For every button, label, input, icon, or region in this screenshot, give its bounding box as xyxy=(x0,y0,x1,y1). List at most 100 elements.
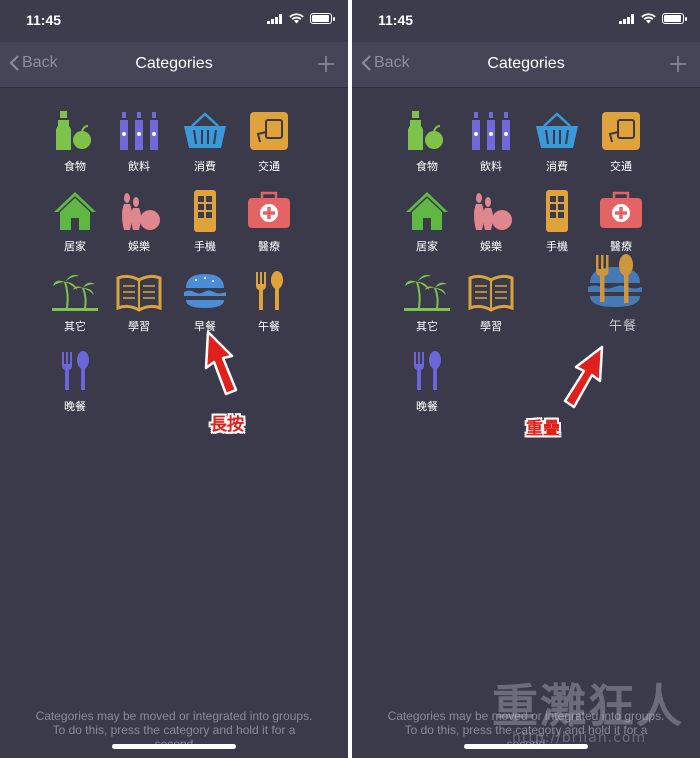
category-dinner[interactable]: 晚餐 xyxy=(396,348,458,414)
category-lunch[interactable]: 午餐 xyxy=(238,268,300,334)
category-label: 飲料 xyxy=(128,160,150,173)
battery-icon xyxy=(310,13,335,24)
category-home[interactable]: 居家 xyxy=(44,188,106,254)
overlap-annotation: 重疊 xyxy=(526,419,560,439)
basket-icon xyxy=(536,112,578,148)
status-bar: 11:45 xyxy=(0,0,348,42)
status-bar: 11:45 xyxy=(352,0,700,42)
burger-fork-spoon-overlap-icon xyxy=(588,254,642,307)
house-icon xyxy=(406,192,448,230)
transport-card-icon xyxy=(602,112,640,150)
signal-icon xyxy=(267,13,282,24)
food-icon xyxy=(56,111,91,150)
category-label: 晚餐 xyxy=(416,400,438,413)
arrow-annotation-icon xyxy=(204,330,238,396)
category-transport[interactable]: 交通 xyxy=(238,108,300,174)
category-label: 交通 xyxy=(258,160,280,173)
watermark: 重灘狂人 http://briian.com xyxy=(492,679,684,746)
add-category-button[interactable] xyxy=(316,54,336,74)
wifi-icon xyxy=(641,13,656,24)
category-drink[interactable]: 飲料 xyxy=(108,108,170,174)
navigation-bar: Back Categories xyxy=(0,42,348,88)
drink-icon xyxy=(120,112,158,150)
category-other[interactable]: 其它 xyxy=(396,268,458,334)
food-icon xyxy=(408,111,443,150)
arrow-annotation-icon xyxy=(563,345,604,409)
category-study[interactable]: 學習 xyxy=(460,268,522,334)
category-label: 消費 xyxy=(194,160,216,173)
category-label: 娛樂 xyxy=(128,240,150,253)
phone-icon xyxy=(194,190,216,232)
home-indicator[interactable] xyxy=(112,744,236,749)
category-label: 其它 xyxy=(416,320,438,333)
category-label: 醫療 xyxy=(610,240,632,253)
phone-icon xyxy=(546,190,568,232)
category-home[interactable]: 居家 xyxy=(396,188,458,254)
category-study[interactable]: 學習 xyxy=(108,268,170,334)
category-breakfast[interactable]: 早餐 xyxy=(174,268,236,334)
category-label: 午餐 xyxy=(258,320,280,333)
category-dinner[interactable]: 晚餐 xyxy=(44,348,106,414)
transport-card-icon xyxy=(250,112,288,150)
palm-tree-icon xyxy=(52,274,98,311)
category-label: 居家 xyxy=(64,240,86,253)
category-transport[interactable]: 交通 xyxy=(590,108,652,174)
dragged-label: 午餐 xyxy=(608,319,637,334)
wifi-icon xyxy=(289,13,304,24)
category-label: 消費 xyxy=(546,160,568,173)
category-label: 手機 xyxy=(194,240,216,253)
category-medical[interactable]: 醫療 xyxy=(590,188,652,254)
navigation-bar: Back Categories xyxy=(352,42,700,88)
bowling-icon xyxy=(122,193,160,230)
category-food[interactable]: 食物 xyxy=(396,108,458,174)
category-label: 交通 xyxy=(610,160,632,173)
long-press-annotation: 長按 xyxy=(210,415,244,435)
category-grid: 食物 飲料 消費 交通 居家 娛樂 手機 醫療 xyxy=(352,88,700,688)
category-label: 飲料 xyxy=(480,160,502,173)
drink-icon xyxy=(472,112,510,150)
category-other[interactable]: 其它 xyxy=(44,268,106,334)
phone-screen-right: 11:45 Back Categories 食物 飲料 消費 交通 居家 娛樂 … xyxy=(352,0,700,758)
book-icon xyxy=(116,274,162,312)
fork-spoon-icon xyxy=(414,351,441,390)
category-phone[interactable]: 手機 xyxy=(174,188,236,254)
category-label: 學習 xyxy=(128,320,150,333)
category-label: 晚餐 xyxy=(64,400,86,413)
page-title: Categories xyxy=(135,55,213,72)
category-medical[interactable]: 醫療 xyxy=(238,188,300,254)
category-label: 食物 xyxy=(64,160,86,173)
category-entertainment[interactable]: 娛樂 xyxy=(460,188,522,254)
category-shopping[interactable]: 消費 xyxy=(526,108,588,174)
category-drink[interactable]: 飲料 xyxy=(460,108,522,174)
category-phone[interactable]: 手機 xyxy=(526,188,588,254)
status-time: 11:45 xyxy=(26,12,62,28)
status-time: 11:45 xyxy=(378,12,414,28)
category-shopping[interactable]: 消費 xyxy=(174,108,236,174)
burger-icon xyxy=(184,274,226,308)
dragged-category-lunch[interactable]: 午餐 xyxy=(588,253,658,334)
category-label: 醫療 xyxy=(258,240,280,253)
page-title: Categories xyxy=(487,55,565,72)
medkit-icon xyxy=(248,191,290,228)
category-entertainment[interactable]: 娛樂 xyxy=(108,188,170,254)
category-label: 學習 xyxy=(480,320,502,333)
category-food[interactable]: 食物 xyxy=(44,108,106,174)
bowling-icon xyxy=(474,193,512,230)
signal-icon xyxy=(619,13,634,24)
medkit-icon xyxy=(600,191,642,228)
phone-screen-left: 11:45 Back Categories 食物 飲料 消費 交通 居家 娛樂 … xyxy=(0,0,348,758)
category-grid: 食物 飲料 消費 交通 居家 娛樂 手機 醫療 xyxy=(0,88,348,688)
basket-icon xyxy=(184,112,226,148)
category-label: 居家 xyxy=(416,240,438,253)
category-label: 其它 xyxy=(64,320,86,333)
category-label: 娛樂 xyxy=(480,240,502,253)
category-label: 食物 xyxy=(416,160,438,173)
fork-spoon-icon xyxy=(256,271,283,310)
battery-icon xyxy=(662,13,687,24)
palm-tree-icon xyxy=(404,274,450,311)
fork-spoon-icon xyxy=(62,351,89,390)
add-category-button[interactable] xyxy=(668,54,688,74)
house-icon xyxy=(54,192,96,230)
book-icon xyxy=(468,274,514,312)
category-label: 手機 xyxy=(546,240,568,253)
